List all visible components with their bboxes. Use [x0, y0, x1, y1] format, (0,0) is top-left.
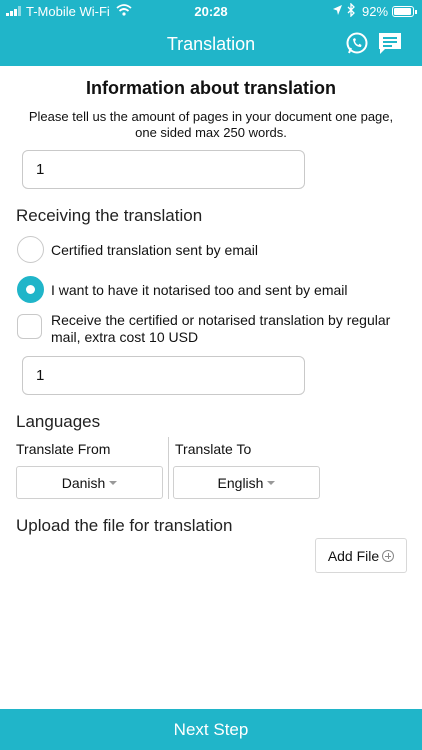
bluetooth-icon	[347, 3, 355, 17]
translate-from-label: Translate From	[16, 441, 111, 457]
translate-from-value: Danish	[61, 474, 106, 491]
mail-quantity-input[interactable]: 1	[22, 356, 305, 395]
translate-to-select[interactable]: English	[173, 466, 320, 499]
radio-notarised-email-label[interactable]: I want to have it notarised too and sent…	[51, 282, 348, 299]
translate-to-value: English	[217, 474, 264, 491]
checkbox-regular-mail[interactable]	[17, 314, 42, 339]
add-file-label: Add File	[327, 547, 380, 564]
translate-to-label: Translate To	[175, 441, 252, 457]
navigation-bar: Translation	[0, 22, 422, 66]
pages-count-input[interactable]: 1	[22, 150, 305, 189]
languages-section-title: Languages	[16, 412, 101, 431]
translate-from-select[interactable]: Danish	[16, 466, 163, 499]
next-step-label: Next Step	[173, 719, 249, 739]
battery-percent: 92%	[362, 4, 389, 19]
battery-icon	[392, 6, 417, 17]
next-step-button[interactable]: Next Step	[0, 709, 422, 750]
location-arrow-icon	[333, 5, 342, 15]
plus-circle-icon	[382, 549, 395, 562]
receiving-section-title: Receiving the translation	[16, 206, 203, 225]
form-heading: Information about translation	[86, 78, 336, 98]
chevron-down-icon	[267, 480, 276, 485]
phone-chat-icon[interactable]	[344, 31, 370, 57]
language-divider	[168, 437, 169, 499]
form-subtitle: Please tell us the amount of pages in yo…	[28, 109, 394, 140]
radio-certified-email[interactable]	[17, 236, 44, 263]
add-file-button[interactable]: Add File	[315, 538, 407, 573]
upload-section-title: Upload the file for translation	[16, 516, 233, 535]
radio-notarised-email[interactable]	[17, 276, 44, 303]
clock: 20:28	[194, 4, 228, 19]
message-icon[interactable]	[377, 31, 403, 57]
checkbox-regular-mail-label[interactable]: Receive the certified or notarised trans…	[51, 312, 411, 346]
chevron-down-icon	[109, 480, 118, 485]
status-bar: T-Mobile Wi-Fi 20:28 92%	[0, 0, 422, 22]
radio-certified-email-label[interactable]: Certified translation sent by email	[51, 242, 258, 259]
